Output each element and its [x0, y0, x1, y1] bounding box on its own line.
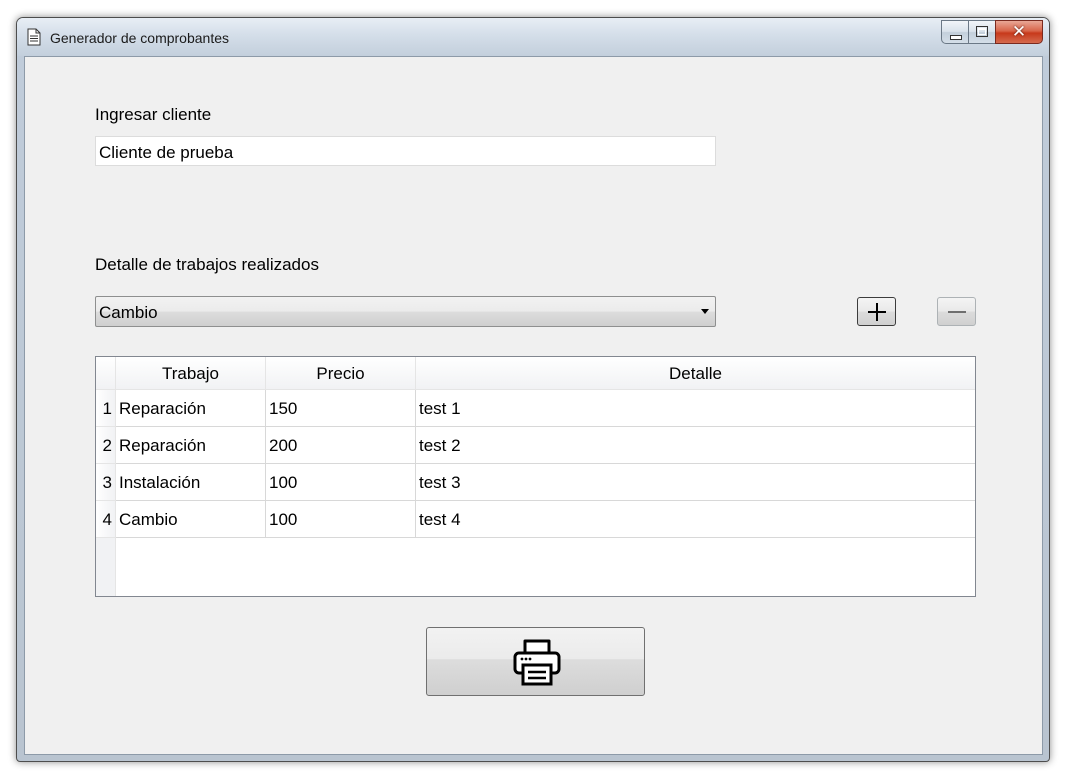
client-input[interactable]: Cliente de prueba	[95, 136, 716, 166]
table-corner[interactable]	[96, 357, 116, 390]
job-type-value: Cambio	[99, 303, 158, 322]
client-label: Ingresar cliente	[95, 105, 212, 124]
print-button[interactable]	[426, 627, 645, 696]
table-row[interactable]: 4 Cambio 100 test 4	[96, 501, 975, 538]
jobs-label: Detalle de trabajos realizados	[95, 255, 319, 274]
table-row[interactable]: 1 Reparación 150 test 1	[96, 390, 975, 427]
row-number[interactable]: 3	[96, 464, 116, 501]
add-job-button[interactable]	[857, 297, 896, 326]
cell-trabajo[interactable]: Cambio	[116, 501, 266, 538]
cell-precio[interactable]: 200	[266, 427, 416, 464]
table-row[interactable]: 2 Reparación 200 test 2	[96, 427, 975, 464]
cell-precio[interactable]: 100	[266, 501, 416, 538]
client-area: Ingresar cliente Cliente de prueba Detal…	[24, 56, 1043, 755]
close-icon: ✕	[1011, 22, 1027, 42]
row-number[interactable]: 1	[96, 390, 116, 427]
title-bar[interactable]: Generador de comprobantes ✕	[17, 18, 1049, 56]
column-header-detalle[interactable]: Detalle	[416, 357, 975, 390]
cell-trabajo[interactable]: Reparación	[116, 390, 266, 427]
document-icon	[27, 28, 41, 46]
cell-trabajo[interactable]: Instalación	[116, 464, 266, 501]
column-header-precio[interactable]: Precio	[266, 357, 416, 390]
table-row[interactable]: 3 Instalación 100 test 3	[96, 464, 975, 501]
app-window: Generador de comprobantes ✕ Ingresar cli…	[16, 17, 1050, 762]
cell-trabajo[interactable]: Reparación	[116, 427, 266, 464]
close-button[interactable]: ✕	[995, 20, 1043, 44]
minimize-icon	[950, 35, 962, 40]
remove-job-button[interactable]	[937, 297, 976, 326]
chevron-down-icon	[701, 309, 709, 314]
maximize-button[interactable]	[968, 20, 995, 44]
window-title: Generador de comprobantes	[50, 30, 229, 46]
table-body: 1 Reparación 150 test 1 2 Reparación 200…	[96, 390, 975, 538]
job-type-select[interactable]: Cambio	[95, 296, 716, 327]
row-header-filler	[96, 538, 116, 596]
printer-icon	[513, 639, 561, 686]
cell-detalle[interactable]: test 3	[416, 464, 975, 501]
cell-precio[interactable]: 150	[266, 390, 416, 427]
caption-buttons: ✕	[941, 20, 1043, 46]
cell-precio[interactable]: 100	[266, 464, 416, 501]
cell-detalle[interactable]: test 2	[416, 427, 975, 464]
cell-detalle[interactable]: test 1	[416, 390, 975, 427]
row-number[interactable]: 2	[96, 427, 116, 464]
jobs-table[interactable]: Trabajo Precio Detalle 1 Reparación 150 …	[95, 356, 976, 597]
row-number[interactable]: 4	[96, 501, 116, 538]
maximize-icon	[976, 26, 988, 37]
column-header-trabajo[interactable]: Trabajo	[116, 357, 266, 390]
table-header: Trabajo Precio Detalle	[116, 357, 975, 390]
cell-detalle[interactable]: test 4	[416, 501, 975, 538]
minimize-button[interactable]	[941, 20, 968, 44]
